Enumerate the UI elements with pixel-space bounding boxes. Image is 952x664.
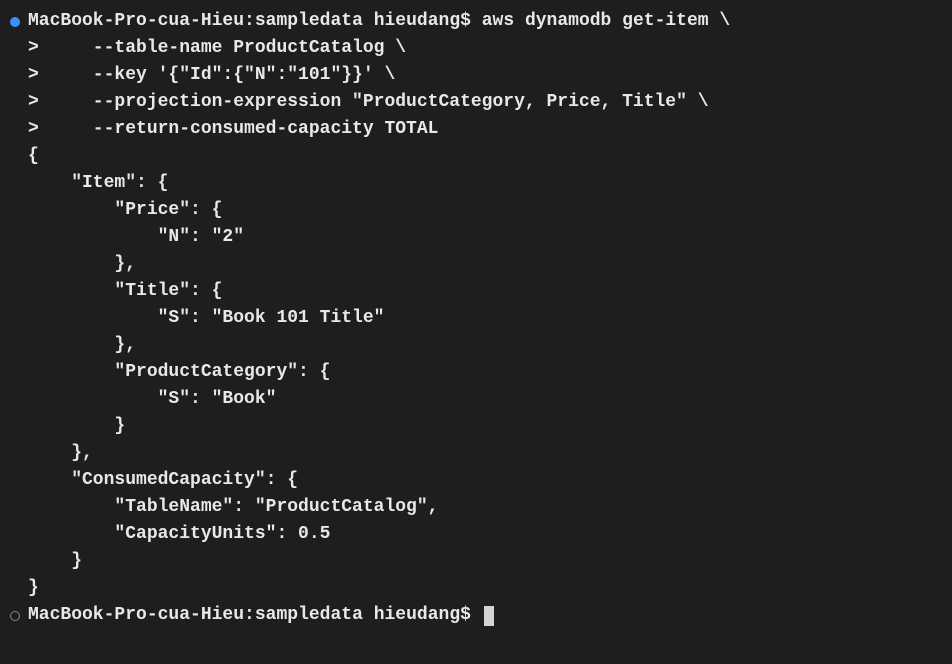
output-line: } — [10, 413, 942, 440]
output-text: }, — [28, 440, 93, 467]
output-line: "ProductCategory": { — [10, 359, 942, 386]
output-line: } — [10, 575, 942, 602]
output-text: }, — [28, 251, 136, 278]
prompt-text: MacBook-Pro-cua-Hieu:sampledata hieudang… — [28, 602, 482, 629]
output-text: "ProductCategory": { — [28, 359, 330, 386]
prompt-text: MacBook-Pro-cua-Hieu:sampledata hieudang… — [28, 8, 730, 35]
continuation-text: > --table-name ProductCatalog \ — [28, 35, 406, 62]
output-text: "S": "Book 101 Title" — [28, 305, 384, 332]
terminal-output[interactable]: MacBook-Pro-cua-Hieu:sampledata hieudang… — [10, 8, 942, 629]
active-bullet-icon — [10, 17, 20, 27]
output-text: }, — [28, 332, 136, 359]
output-line: "ConsumedCapacity": { — [10, 467, 942, 494]
output-text: "Title": { — [28, 278, 222, 305]
output-line: "CapacityUnits": 0.5 — [10, 521, 942, 548]
output-text: } — [28, 413, 125, 440]
prompt-line-idle: MacBook-Pro-cua-Hieu:sampledata hieudang… — [10, 602, 942, 629]
output-text: "ConsumedCapacity": { — [28, 467, 298, 494]
output-text: "Item": { — [28, 170, 168, 197]
prompt-line-active: MacBook-Pro-cua-Hieu:sampledata hieudang… — [10, 8, 942, 35]
output-line: "S": "Book" — [10, 386, 942, 413]
output-line: "S": "Book 101 Title" — [10, 305, 942, 332]
output-line: }, — [10, 440, 942, 467]
output-text: } — [28, 548, 82, 575]
output-text: { — [28, 143, 39, 170]
output-line: "Item": { — [10, 170, 942, 197]
output-line: } — [10, 548, 942, 575]
idle-bullet-icon — [10, 611, 20, 621]
continuation-line: > --key '{"Id":{"N":"101"}}' \ — [10, 62, 942, 89]
continuation-line: > --return-consumed-capacity TOTAL — [10, 116, 942, 143]
output-text: "N": "2" — [28, 224, 244, 251]
continuation-text: > --return-consumed-capacity TOTAL — [28, 116, 438, 143]
cursor-icon — [484, 606, 494, 626]
output-line: }, — [10, 251, 942, 278]
continuation-line: > --table-name ProductCatalog \ — [10, 35, 942, 62]
continuation-line: > --projection-expression "ProductCatego… — [10, 89, 942, 116]
output-line: "N": "2" — [10, 224, 942, 251]
output-text: "TableName": "ProductCatalog", — [28, 494, 438, 521]
output-line: { — [10, 143, 942, 170]
continuation-text: > --projection-expression "ProductCatego… — [28, 89, 709, 116]
output-text: } — [28, 575, 39, 602]
output-line: "Price": { — [10, 197, 942, 224]
continuation-text: > --key '{"Id":{"N":"101"}}' \ — [28, 62, 395, 89]
output-text: "Price": { — [28, 197, 222, 224]
output-line: }, — [10, 332, 942, 359]
output-line: "Title": { — [10, 278, 942, 305]
output-line: "TableName": "ProductCatalog", — [10, 494, 942, 521]
output-text: "CapacityUnits": 0.5 — [28, 521, 330, 548]
output-text: "S": "Book" — [28, 386, 276, 413]
